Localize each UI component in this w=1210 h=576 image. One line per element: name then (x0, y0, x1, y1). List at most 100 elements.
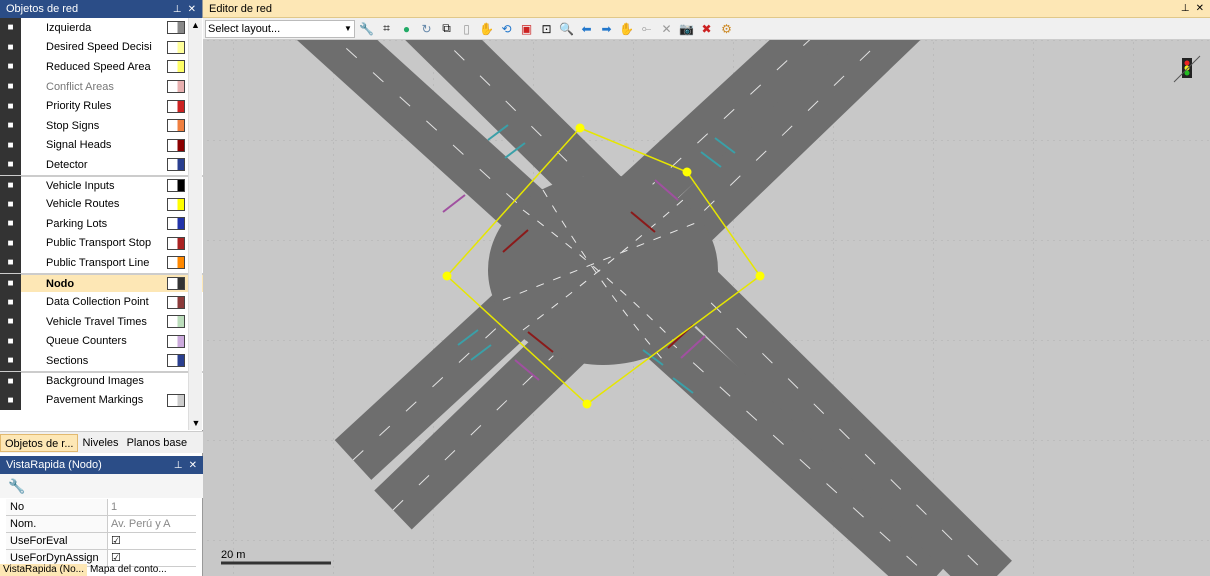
zoom-window-icon[interactable]: ⊡ (538, 20, 555, 37)
object-item-label: Public Transport Stop (46, 237, 152, 250)
object-item-label: Nodo (46, 277, 75, 290)
object-item-detector[interactable]: ■ Detector (0, 155, 203, 175)
detector-icon: ■ (0, 155, 21, 175)
layout-select[interactable]: Select layout... ▼ (205, 19, 355, 38)
select-hand-icon[interactable]: ✋ (478, 20, 495, 37)
style-swatch[interactable] (167, 158, 185, 172)
object-item-label: Vehicle Routes (46, 198, 120, 211)
object-item-parking-lots[interactable]: ■ Parking Lots (0, 213, 203, 234)
delete-layout-icon[interactable]: ✖ (698, 20, 715, 37)
intersection-area[interactable] (488, 175, 718, 365)
chevron-down-icon[interactable]: ▼ (342, 24, 354, 33)
object-item-vehicle-travel-times[interactable]: ■ Vehicle Travel Times (0, 311, 203, 332)
scroll-down-icon[interactable]: ▼ (189, 416, 203, 430)
style-swatch[interactable] (167, 197, 185, 211)
network-grid-icon[interactable]: ⌗ (378, 20, 395, 37)
quickview-grid: No 1 Nom. Av. Perú y A UseForEval ☑ UseF… (6, 499, 196, 567)
tab-objects[interactable]: Objetos de r... (0, 433, 79, 452)
node-vertex[interactable] (682, 167, 692, 177)
style-swatch[interactable] (167, 80, 185, 94)
pan-hand-icon[interactable]: ✋ (618, 20, 635, 37)
pt-line-icon: ■ (0, 253, 21, 273)
style-swatch[interactable] (167, 393, 185, 407)
object-item-conflict-areas[interactable]: ■ Conflict Areas (0, 76, 203, 97)
rotate-select-icon[interactable]: ⟲ (498, 20, 515, 37)
object-item-sections[interactable]: ■ Sections (0, 351, 203, 371)
pin-icon[interactable]: ⊥ (173, 4, 182, 15)
style-swatch[interactable] (167, 217, 185, 231)
editor-pin-icon[interactable]: ⊥ (1181, 3, 1190, 14)
objects-scrollbar[interactable]: ▲ ▼ (188, 18, 202, 430)
style-swatch[interactable] (167, 256, 185, 270)
style-swatch[interactable] (167, 315, 185, 329)
object-item-label: Izquierda (46, 21, 92, 34)
quickview-value[interactable]: Av. Perú y A (108, 516, 196, 532)
object-item-queue-counters[interactable]: ■ Queue Counters (0, 331, 203, 352)
paste-icon[interactable]: ▯ (458, 20, 475, 37)
globe-icon[interactable]: ● (398, 20, 415, 37)
object-item-vehicle-routes[interactable]: ■ Vehicle Routes (0, 194, 203, 214)
object-item-label: Sections (46, 354, 89, 367)
copy-icon[interactable]: ⧉ (438, 20, 455, 37)
style-swatch[interactable] (167, 295, 185, 309)
zoom-fit-icon[interactable]: ▣ (518, 20, 535, 37)
style-swatch[interactable] (167, 21, 185, 35)
refresh-icon[interactable]: ↻ (418, 20, 435, 37)
settings-3d-icon[interactable]: ⚙ (718, 20, 735, 37)
object-item-pavement-markings[interactable]: ■ Pavement Markings (0, 390, 203, 410)
arrow-right-icon[interactable]: ➡ (598, 20, 615, 37)
node-vertex[interactable] (575, 123, 585, 133)
object-item-stop-signs[interactable]: ■ Stop Signs (0, 115, 203, 136)
wrench-icon[interactable]: 🔧 (8, 478, 25, 494)
wrench-tool-icon[interactable]: 🔧 (358, 20, 375, 37)
scroll-up-icon[interactable]: ▲ (189, 18, 202, 32)
object-item-vehicle-inputs[interactable]: ■ Vehicle Inputs (0, 174, 203, 196)
object-item-nodo[interactable]: ■ Nodo (0, 272, 203, 294)
object-item-izquierda[interactable]: ■ Izquierda (0, 18, 203, 38)
node-vertex[interactable] (755, 271, 765, 281)
object-item-priority-rules[interactable]: ■ Priority Rules (0, 96, 203, 116)
style-swatch[interactable] (167, 354, 185, 368)
style-swatch[interactable] (167, 334, 185, 348)
background-image-icon: ■ (0, 371, 21, 392)
object-item-label: Queue Counters (46, 335, 127, 348)
style-swatch[interactable] (167, 138, 185, 152)
editor-close-icon[interactable]: ✕ (1196, 3, 1204, 14)
screenshot-icon[interactable]: 📷 (678, 20, 695, 37)
network-drawing[interactable]: 20 m (203, 40, 1210, 576)
arrow-left-icon[interactable]: ⬅ (578, 20, 595, 37)
object-item-signal-heads[interactable]: ■ Signal Heads (0, 135, 203, 156)
style-swatch[interactable] (167, 119, 185, 133)
style-swatch[interactable] (167, 277, 185, 291)
edit-link-icon[interactable]: ⟜ (638, 20, 655, 37)
quickview-checkbox[interactable]: ☑ (108, 533, 196, 549)
tab-contour-map[interactable]: Mapa del conto... (87, 564, 170, 576)
object-item-background-images[interactable]: ■ Background Images (0, 370, 203, 392)
quickview-value[interactable]: 1 (108, 499, 196, 515)
node-vertex[interactable] (442, 271, 452, 281)
reduced-speed-icon: ■ (0, 57, 21, 77)
parking-icon: ■ (0, 213, 21, 234)
object-item-reduced-speed-area[interactable]: ■ Reduced Speed Area (0, 57, 203, 77)
object-item-public-transport-stop[interactable]: ■ Public Transport Stop (0, 233, 203, 254)
style-swatch[interactable] (167, 236, 185, 250)
quickview-close-icon[interactable]: ✕ (189, 460, 197, 471)
close-icon[interactable]: ✕ (188, 4, 196, 15)
queue-counter-icon: ■ (0, 331, 21, 352)
object-item-desired-speed-decisi[interactable]: ■ Desired Speed Decisi (0, 37, 203, 58)
quickview-pin-icon[interactable]: ⊥ (174, 460, 183, 471)
object-item-label: Vehicle Travel Times (46, 315, 147, 328)
style-swatch[interactable] (167, 60, 185, 74)
object-item-public-transport-line[interactable]: ■ Public Transport Line (0, 253, 203, 273)
node-vertex[interactable] (582, 399, 592, 409)
disabled-tool-icon[interactable]: ✕ (658, 20, 675, 37)
style-swatch[interactable] (167, 40, 185, 54)
style-swatch[interactable] (167, 179, 185, 193)
tab-quickview[interactable]: VistaRapida (No... (0, 564, 87, 576)
object-item-data-collection-point[interactable]: ■ Data Collection Point (0, 292, 203, 312)
zoom-out-icon[interactable]: 🔍 (558, 20, 575, 37)
tab-base-plans[interactable]: Planos base (123, 434, 192, 452)
network-canvas[interactable]: 20 m (203, 40, 1210, 576)
tab-levels[interactable]: Niveles (78, 434, 122, 452)
style-swatch[interactable] (167, 99, 185, 113)
